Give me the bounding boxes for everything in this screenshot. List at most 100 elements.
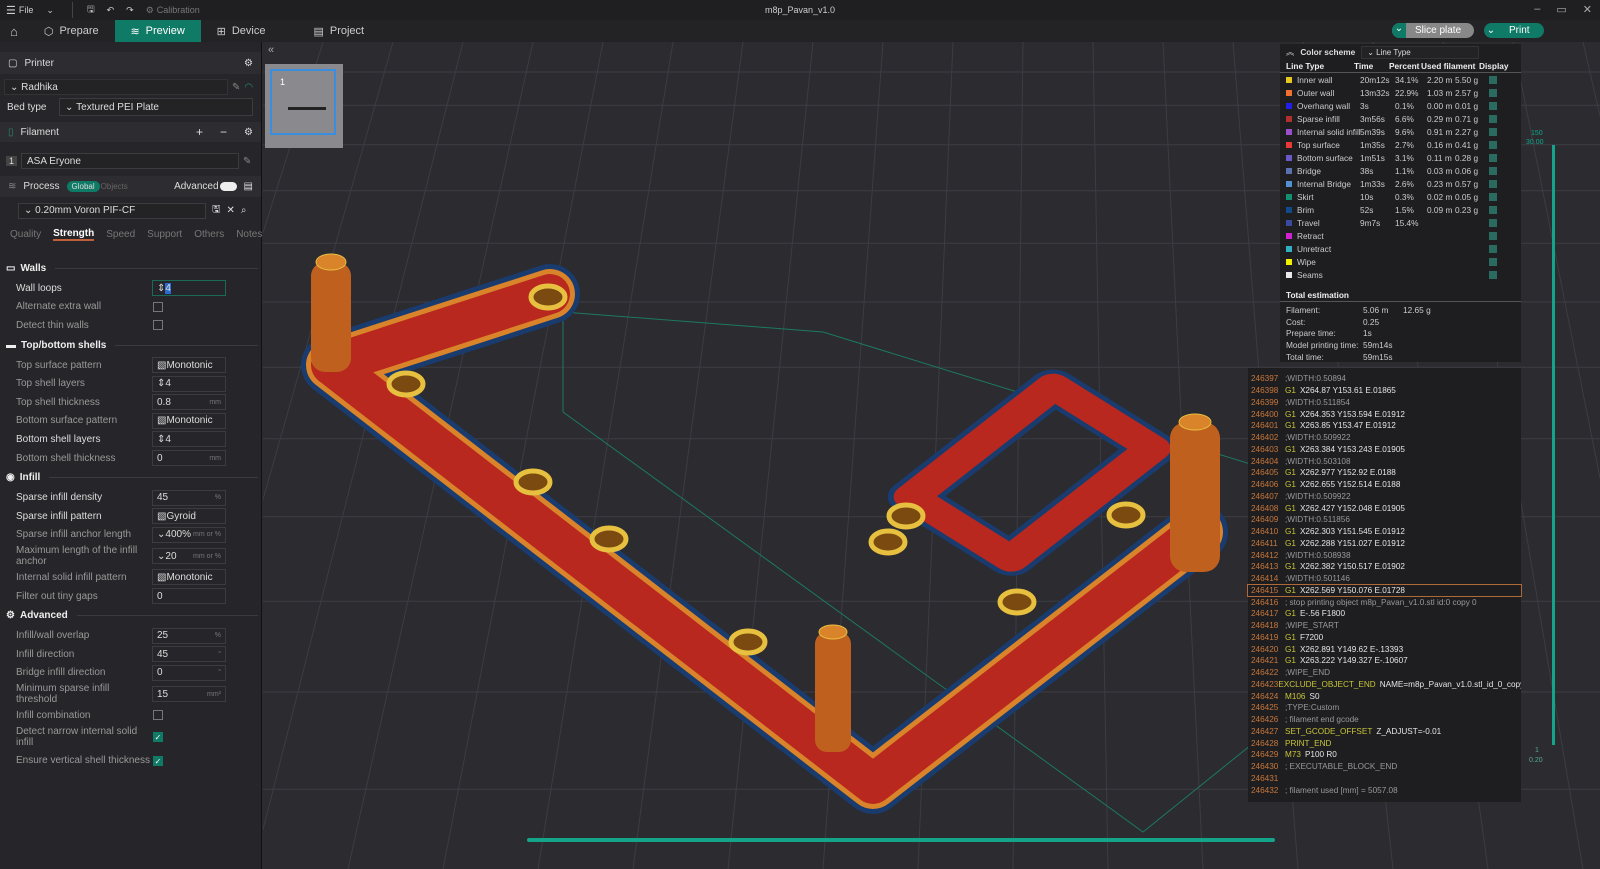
legend-row[interactable]: Internal solid infill 5m39s 9.6% 0.91 m 2.27… bbox=[1280, 125, 1521, 138]
setting-value[interactable]: 4 bbox=[165, 378, 171, 389]
gcode-line[interactable]: 246415 G1 X262.569 Y150.076 E.01728 bbox=[1247, 583, 1522, 598]
gcode-line[interactable]: 246423 EXCLUDE_OBJECT_END NAME=m8p_Pavan_v… bbox=[1248, 679, 1521, 691]
legend-row[interactable]: Overhang wall 3s 0.1% 0.00 m 0.01 g bbox=[1280, 99, 1521, 112]
gcode-line[interactable]: 246397 ;WIDTH:0.50894 bbox=[1248, 373, 1521, 385]
legend-row[interactable]: Retract bbox=[1280, 229, 1521, 242]
legend-row[interactable]: Seams bbox=[1280, 268, 1521, 281]
chevron-down-icon[interactable]: ⌄ bbox=[157, 529, 165, 540]
tab-others[interactable]: Others bbox=[194, 229, 224, 240]
setting-field[interactable]: ⇕ 4 bbox=[152, 280, 226, 297]
gcode-viewer[interactable]: 246397 ;WIDTH:0.50894 246398 G1 X264.87 Y153… bbox=[1247, 368, 1522, 802]
process-preset-select[interactable]: ⌄ 0.20mm Voron PIF-CF bbox=[18, 202, 206, 219]
printer-select[interactable]: ⌄ Radhika bbox=[4, 79, 228, 95]
legend-row[interactable]: Brim 52s 1.5% 0.09 m 0.23 g bbox=[1280, 203, 1521, 216]
display-checkbox[interactable] bbox=[1489, 205, 1497, 214]
close-icon[interactable]: ✕ bbox=[227, 205, 235, 216]
gcode-line[interactable]: 246408 G1 X262.427 Y152.048 E.01905 bbox=[1248, 502, 1521, 514]
legend-row[interactable]: Sparse infill 3m56s 6.6% 0.29 m 0.71 g bbox=[1280, 112, 1521, 125]
display-checkbox[interactable] bbox=[1489, 218, 1497, 227]
gcode-line[interactable]: 246425 ;TYPE:Custom bbox=[1248, 702, 1521, 714]
display-checkbox[interactable] bbox=[1489, 231, 1497, 240]
gcode-line[interactable]: 246424 M106 S0 bbox=[1248, 690, 1521, 702]
gcode-line[interactable]: 246407 ;WIDTH:0.509922 bbox=[1248, 491, 1521, 503]
legend-row[interactable]: Unretract bbox=[1280, 242, 1521, 255]
spinner-icon[interactable]: ⇕ bbox=[157, 283, 165, 294]
gcode-line[interactable]: 246432 ; filament used [mm] = 5057.08 bbox=[1248, 784, 1521, 796]
setting-checkbox[interactable] bbox=[153, 301, 163, 312]
setting-value[interactable]: 0 bbox=[157, 453, 163, 464]
legend-row[interactable]: Outer wall 13m32s 22.9% 1.03 m 2.57 g bbox=[1280, 86, 1521, 99]
gear-icon[interactable]: ⚙ bbox=[244, 58, 253, 69]
tab-device[interactable]: ⊞ Device bbox=[201, 20, 282, 42]
setting-field[interactable]: 45% bbox=[152, 489, 226, 506]
setting-field[interactable]: 15 mm² bbox=[152, 686, 226, 703]
remove-filament-icon[interactable]: − bbox=[220, 125, 227, 139]
gcode-line[interactable]: 246399 ;WIDTH:0.511854 bbox=[1248, 397, 1521, 409]
setting-field[interactable]: ▧ Gyroid bbox=[152, 508, 226, 525]
calibration-button[interactable]: ⚙ Calibration bbox=[140, 5, 206, 16]
setting-value[interactable]: 25 bbox=[157, 630, 168, 641]
display-checkbox[interactable] bbox=[1489, 101, 1497, 110]
gcode-line[interactable]: 246401 G1 X263.85 Y153.47 E.01912 bbox=[1248, 420, 1521, 432]
close-icon[interactable]: ✕ bbox=[1583, 3, 1592, 16]
legend-row[interactable]: Internal Bridge 1m33s 2.6% 0.23 m 0.57 g bbox=[1280, 177, 1521, 190]
gcode-line[interactable]: 246419 G1 F7200 bbox=[1248, 632, 1521, 644]
gcode-line[interactable]: 246404 ;WIDTH:0.503108 bbox=[1248, 455, 1521, 467]
setting-field[interactable]: 25% bbox=[152, 627, 226, 644]
gcode-line[interactable]: 246431 bbox=[1248, 773, 1521, 785]
gcode-line[interactable]: 246417 G1 E-.56 F1800 bbox=[1248, 608, 1521, 620]
display-checkbox[interactable] bbox=[1489, 270, 1497, 279]
setting-field[interactable]: 0 bbox=[152, 588, 226, 605]
plate-thumbnail[interactable]: 1 bbox=[265, 64, 343, 148]
minimize-icon[interactable]: – bbox=[1534, 3, 1540, 16]
display-checkbox[interactable] bbox=[1489, 75, 1497, 84]
gcode-line[interactable]: 246429 M73 P100 R0 bbox=[1248, 749, 1521, 761]
spinner-icon[interactable]: ⇕ bbox=[157, 434, 165, 445]
gcode-line[interactable]: 246398 G1 X264.87 Y153.61 E.01865 bbox=[1248, 385, 1521, 397]
display-checkbox[interactable] bbox=[1489, 166, 1497, 175]
gcode-line[interactable]: 246427 SET_GCODE_OFFSET Z_ADJUST=-0.01 bbox=[1248, 726, 1521, 738]
setting-field[interactable]: ⇕ 4 bbox=[152, 375, 226, 392]
tab-quality[interactable]: Quality bbox=[10, 229, 41, 240]
tab-strength[interactable]: Strength bbox=[53, 228, 95, 241]
setting-field[interactable]: ▧ Monotonic bbox=[152, 569, 226, 586]
redo-icon[interactable]: ↷ bbox=[120, 5, 140, 16]
setting-field[interactable]: 45 ° bbox=[152, 646, 226, 663]
global-toggle[interactable]: Global bbox=[66, 181, 100, 192]
collapse-sidebar-icon[interactable]: « bbox=[268, 44, 274, 56]
spinner-icon[interactable]: ⇕ bbox=[157, 378, 165, 389]
setting-value[interactable]: 45 bbox=[157, 649, 168, 660]
legend-row[interactable]: Travel 9m7s 15.4% bbox=[1280, 216, 1521, 229]
gcode-line[interactable]: 246400 G1 X264.353 Y153.594 E.01912 bbox=[1248, 408, 1521, 420]
legend-row[interactable]: Inner wall 20m12s 34.1% 2.20 m 5.50 g bbox=[1280, 73, 1521, 86]
setting-value[interactable]: 15 bbox=[157, 689, 168, 700]
gcode-line[interactable]: 246414 ;WIDTH:0.501146 bbox=[1248, 573, 1521, 585]
setting-value[interactable]: 45 bbox=[157, 492, 168, 503]
tab-prepare[interactable]: ⬡ Prepare bbox=[28, 20, 115, 42]
setting-field[interactable]: ⌄ 20 mm or % bbox=[152, 548, 226, 565]
undo-icon[interactable]: ↶ bbox=[101, 5, 121, 16]
file-menu[interactable]: ☰ File ⌄ bbox=[0, 4, 60, 17]
setting-value[interactable]: Gyroid bbox=[166, 511, 195, 522]
gcode-line[interactable]: 246405 G1 X262.977 Y152.92 E.0188 bbox=[1248, 467, 1521, 479]
setting-checkbox[interactable] bbox=[153, 710, 163, 721]
gcode-line[interactable]: 246410 G1 X262.303 Y151.545 E.01912 bbox=[1248, 526, 1521, 538]
gcode-line[interactable]: 246426 ; filament end gcode bbox=[1248, 714, 1521, 726]
setting-field[interactable]: ⌄ 400% mm or % bbox=[152, 526, 226, 543]
setting-field[interactable]: ⇕ 4 bbox=[152, 431, 226, 448]
gcode-line[interactable]: 246416 ; stop printing object m8p_Pavan_v… bbox=[1248, 596, 1521, 608]
save-button[interactable]: 🖫 bbox=[71, 2, 101, 18]
legend-row[interactable]: Wipe bbox=[1280, 255, 1521, 268]
maximize-icon[interactable]: ▭ bbox=[1556, 3, 1566, 16]
display-checkbox[interactable] bbox=[1489, 257, 1497, 266]
display-checkbox[interactable] bbox=[1489, 179, 1497, 188]
setting-value[interactable]: 4 bbox=[165, 282, 171, 294]
add-filament-icon[interactable]: + bbox=[196, 125, 203, 139]
setting-field[interactable]: 0 mm bbox=[152, 450, 226, 467]
home-button[interactable]: ⌂ bbox=[0, 20, 28, 42]
setting-value[interactable]: Monotonic bbox=[166, 415, 212, 426]
setting-value[interactable]: 20 bbox=[165, 551, 176, 562]
display-checkbox[interactable] bbox=[1489, 114, 1497, 123]
gcode-line[interactable]: 246418 ;WIPE_START bbox=[1248, 620, 1521, 632]
gcode-line[interactable]: 246421 G1 X263.222 Y149.327 E-.10607 bbox=[1248, 655, 1521, 667]
